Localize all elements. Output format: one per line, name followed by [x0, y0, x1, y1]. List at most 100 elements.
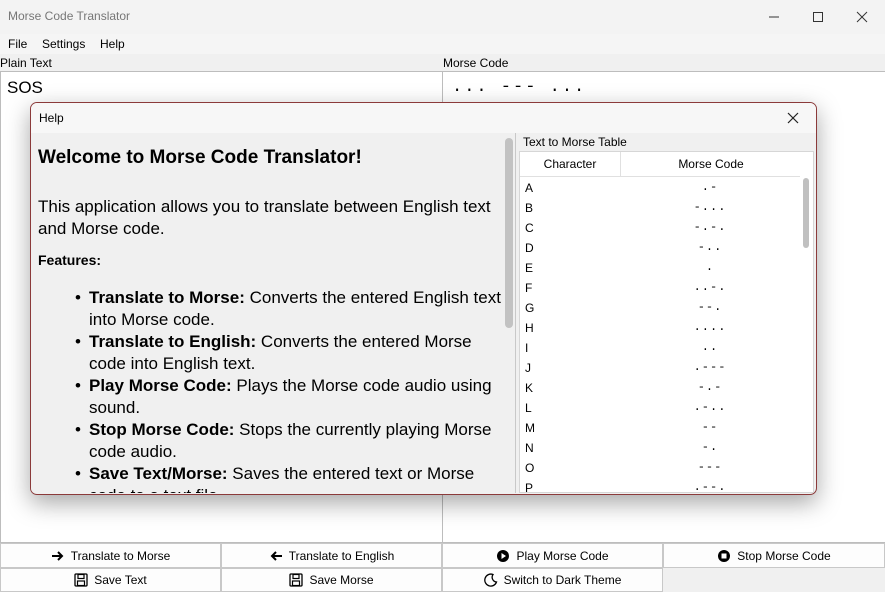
table-row[interactable]: I.. [520, 338, 800, 358]
character-cell: L [525, 401, 532, 415]
moon-icon [483, 573, 497, 587]
character-cell: P [525, 481, 534, 493]
translate-to-english-label: Translate to English [288, 548, 395, 563]
table-row[interactable]: J .--- [520, 358, 800, 378]
morse-code-label: Morse Code [443, 56, 509, 70]
list-item: Stop Morse Code: Stops the currently pla… [75, 419, 509, 463]
character-cell: D [525, 241, 534, 255]
character-cell: H [525, 321, 534, 335]
menu-file[interactable]: File [8, 37, 27, 51]
help-text-area[interactable]: Welcome to Morse Code Translator! This a… [31, 133, 516, 493]
table-row[interactable]: L .-.. [520, 398, 800, 418]
stop-morse-label: Stop Morse Code [737, 548, 831, 563]
list-item: Save Text/Morse: Saves the entered text … [75, 463, 509, 493]
translate-to-morse-label: Translate to Morse [70, 548, 171, 563]
help-close-button[interactable] [771, 103, 815, 133]
morse-table[interactable]: Character Morse Code A .- B -... C -.-. D -.. E.… [519, 151, 814, 493]
translate-to-morse-button[interactable]: Translate to Morse [0, 543, 221, 568]
character-cell: C [525, 221, 534, 235]
table-row[interactable]: C -.-. [520, 218, 800, 238]
table-row[interactable]: D -.. [520, 238, 800, 258]
dark-theme-button[interactable]: Switch to Dark Theme [442, 568, 663, 592]
table-row[interactable]: F ..-. [520, 278, 800, 298]
save-morse-label: Save Morse [309, 573, 374, 587]
character-cell: F [525, 281, 533, 295]
list-item: Translate to Morse: Converts the entered… [75, 287, 509, 331]
table-body: A .- B -... C -.-. D -.. E. F ..-. G --. H.... I.. J .--… [520, 178, 800, 493]
morse-cell: --- [697, 460, 723, 474]
save-text-button[interactable]: Save Text [0, 568, 221, 592]
menu-help[interactable]: Help [100, 37, 125, 51]
save-icon [74, 573, 88, 587]
list-item: Play Morse Code: Plays the Morse code au… [75, 375, 509, 419]
character-cell: O [525, 461, 535, 475]
play-morse-button[interactable]: Play Morse Code [442, 543, 663, 568]
close-button[interactable] [840, 0, 884, 34]
help-titlebar: Help [31, 103, 816, 133]
menu-bar: File Settings Help [0, 34, 885, 54]
save-icon [289, 573, 304, 587]
morse-cell: --. [697, 300, 723, 314]
help-title: Help [39, 111, 64, 125]
window-titlebar: Morse Code Translator [0, 0, 885, 34]
close-icon [856, 11, 868, 23]
character-cell: M [525, 421, 535, 435]
morse-cell: .. [701, 340, 719, 354]
table-row[interactable]: K -.- [520, 378, 800, 398]
help-heading: Welcome to Morse Code Translator! [38, 147, 362, 168]
morse-cell: -.-. [693, 220, 727, 234]
table-row[interactable]: B -... [520, 198, 800, 218]
morse-cell: . [705, 260, 715, 274]
list-item: Translate to English: Converts the enter… [75, 331, 509, 375]
stop-morse-button[interactable]: Stop Morse Code [663, 543, 885, 568]
plain-text-label: Plain Text [0, 56, 52, 70]
morse-cell: .--- [693, 360, 727, 374]
morse-cell: .... [693, 320, 727, 334]
table-row[interactable]: G --. [520, 298, 800, 318]
morse-cell: .-.. [693, 400, 727, 414]
table-row[interactable]: O --- [520, 458, 800, 478]
translate-to-english-button[interactable]: Translate to English [221, 543, 442, 568]
menu-settings[interactable]: Settings [42, 37, 85, 51]
morse-table-label: Text to Morse Table [523, 135, 627, 149]
morse-code-value: ... --- ... [452, 78, 587, 97]
morse-cell: -- [701, 420, 719, 434]
arrow-left-icon [270, 550, 282, 561]
table-row[interactable]: E. [520, 258, 800, 278]
table-row[interactable]: M -- [520, 418, 800, 438]
save-morse-button[interactable]: Save Morse [221, 568, 442, 592]
table-row[interactable]: N -. [520, 438, 800, 458]
morse-cell: -... [693, 200, 727, 214]
table-row[interactable]: A .- [520, 178, 800, 198]
maximize-button[interactable] [796, 0, 840, 34]
character-cell: B [525, 201, 534, 215]
morse-cell: -.- [697, 380, 723, 394]
character-cell: A [525, 181, 534, 195]
help-scrollbar[interactable] [505, 138, 513, 328]
window-title: Morse Code Translator [8, 9, 131, 23]
morse-cell: ..-. [693, 280, 727, 294]
morse-cell: .- [701, 180, 719, 194]
stop-icon [718, 549, 731, 562]
morse-cell: -.. [697, 240, 723, 254]
table-row[interactable]: P .--. [520, 478, 800, 493]
morse-cell: .--. [693, 480, 727, 493]
maximize-icon [813, 12, 823, 22]
help-intro: This application allows you to translate… [38, 197, 491, 238]
table-scrollbar[interactable] [803, 178, 809, 248]
column-header-character[interactable]: Character [520, 157, 620, 171]
character-cell: G [525, 301, 535, 315]
character-cell: K [525, 381, 534, 395]
help-dialog: Help Welcome to Morse Code Translator! T… [30, 102, 817, 495]
table-header: Character Morse Code [520, 152, 800, 177]
plain-text-value: SOS [7, 78, 43, 97]
character-cell: N [525, 441, 534, 455]
play-morse-label: Play Morse Code [516, 548, 609, 563]
save-text-label: Save Text [94, 573, 147, 587]
table-row[interactable]: H.... [520, 318, 800, 338]
minimize-button[interactable] [752, 0, 796, 34]
character-cell: J [525, 361, 531, 375]
arrow-right-icon [51, 550, 64, 561]
dark-theme-label: Switch to Dark Theme [503, 573, 622, 587]
column-header-morse[interactable]: Morse Code [621, 157, 801, 171]
